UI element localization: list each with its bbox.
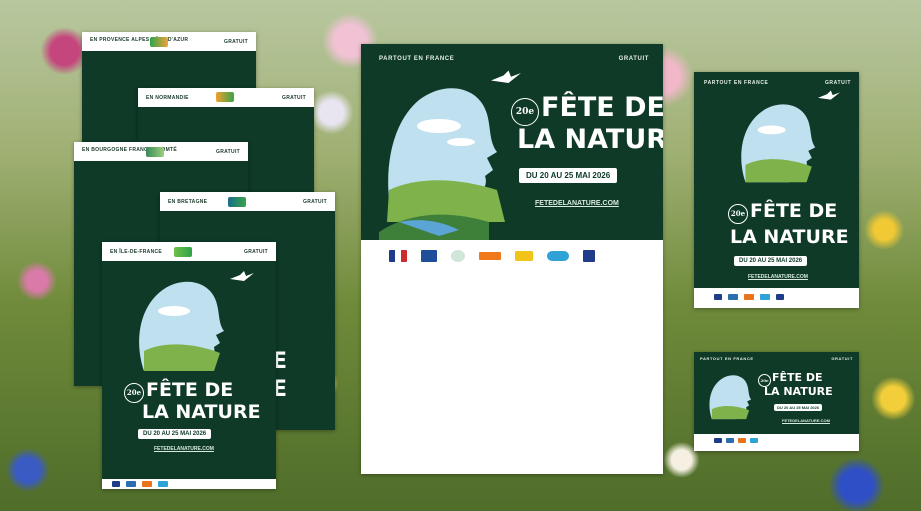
regional-poster-5: EN ÎLE-DE-FRANCE GRATUIT 20e FÊTE DE LA … <box>102 242 276 489</box>
free-label: GRATUIT <box>282 95 306 101</box>
partner-logo <box>776 294 784 300</box>
partner-logo <box>744 294 754 300</box>
partner-logo <box>750 438 758 443</box>
poster-header: EN BRETAGNE GRATUIT <box>160 192 335 211</box>
everywhere-label: PARTOUT EN FRANCE <box>700 356 754 361</box>
partner-logo <box>547 251 569 261</box>
event-dates: DU 20 AU 25 MAI 2026 <box>734 256 808 266</box>
partner-logo <box>112 481 120 487</box>
partner-logo <box>726 438 734 443</box>
edition-badge: 20e <box>124 383 144 403</box>
event-title-line2: LA NATURE <box>764 385 833 398</box>
region-logo <box>216 92 234 102</box>
poster-header: EN NORMANDIE GRATUIT <box>138 88 314 107</box>
head-silhouette-illustration <box>709 375 752 420</box>
event-title-line1: FÊTE DE <box>750 200 838 222</box>
partner-logo <box>515 251 533 261</box>
poster-art: PARTOUT EN FRANCE GRATUIT 20e FÊTE DE LA… <box>694 72 859 288</box>
partner-logo <box>126 481 136 487</box>
partner-logos <box>112 481 168 487</box>
free-label: GRATUIT <box>216 149 240 155</box>
everywhere-label: PARTOUT EN FRANCE <box>379 56 455 62</box>
republique-francaise-logo <box>389 250 407 262</box>
right-poster-landscape: PARTOUT EN FRANCE GRATUIT 20e FÊTE DE LA… <box>694 352 859 451</box>
event-dates: DU 20 AU 25 MAI 2026 <box>774 404 823 411</box>
edf-logo <box>479 252 501 260</box>
event-dates: DU 20 AU 25 MAI 2026 <box>519 168 618 183</box>
event-title-line1: FÊTE DE <box>146 379 234 401</box>
region-logo <box>228 197 246 207</box>
right-poster-vertical: PARTOUT EN FRANCE GRATUIT 20e FÊTE DE LA… <box>694 72 859 308</box>
free-label: GRATUIT <box>831 356 853 361</box>
region-logo <box>174 247 192 257</box>
free-label: GRATUIT <box>224 39 248 45</box>
event-url: FETEDELANATURE.COM <box>154 446 214 452</box>
partner-logo <box>760 294 770 300</box>
free-label: GRATUIT <box>244 249 268 255</box>
event-title-line2: LA NATURE <box>730 226 849 248</box>
everywhere-label: PARTOUT EN FRANCE <box>704 80 769 86</box>
bird-icon <box>818 90 840 100</box>
head-silhouette-illustration <box>139 281 224 371</box>
event-url: FETEDELANATURE.COM <box>535 200 619 207</box>
region-logo <box>146 147 164 157</box>
partner-logo <box>728 294 738 300</box>
ofb-logo <box>421 250 437 262</box>
poster-art: PARTOUT EN FRANCE GRATUIT 20e FÊTE DE LA… <box>361 44 663 240</box>
event-dates: DU 20 AU 25 MAI 2026 <box>138 429 212 439</box>
partner-logo <box>714 294 722 300</box>
partner-logo <box>158 481 168 487</box>
event-title-line2: LA NATURE <box>517 124 663 155</box>
poster-header: EN ÎLE-DE-FRANCE GRATUIT <box>102 242 276 261</box>
free-label: GRATUIT <box>824 80 851 86</box>
event-title-line2: LA NATURE <box>142 401 261 423</box>
poster-art: 20e FÊTE DE LA NATURE DU 20 AU 25 MAI 20… <box>102 261 276 479</box>
partner-logo <box>738 438 746 443</box>
partner-logo <box>451 250 465 262</box>
head-silhouette-illustration <box>379 88 505 240</box>
poster-art: PARTOUT EN FRANCE GRATUIT 20e FÊTE DE LA… <box>694 352 859 434</box>
edition-badge: 20e <box>511 98 539 126</box>
region-label: EN BRETAGNE <box>168 199 208 205</box>
main-poster: PARTOUT EN FRANCE GRATUIT 20e FÊTE DE LA… <box>361 44 663 474</box>
free-label: GRATUIT <box>303 199 327 205</box>
region-label: EN PROVENCE ALPES CÔTE D'AZUR <box>90 37 189 43</box>
edition-badge: 20e <box>728 204 748 224</box>
event-url: FETEDELANATURE.COM <box>748 274 808 280</box>
free-label: GRATUIT <box>618 56 649 62</box>
poster-header: EN BOURGOGNE FRANCHE-COMTÉ GRATUIT <box>74 142 248 161</box>
partner-logo <box>583 250 595 262</box>
event-title-line1: FÊTE DE <box>541 92 663 123</box>
bird-icon <box>230 271 254 281</box>
head-silhouette-illustration <box>741 104 816 183</box>
region-label: EN ÎLE-DE-FRANCE <box>110 249 163 255</box>
region-logo <box>150 37 168 47</box>
poster-header: EN PROVENCE ALPES CÔTE D'AZUR GRATUIT <box>82 32 256 51</box>
event-title-line1: FÊTE DE <box>772 371 823 384</box>
partner-logos <box>714 294 784 300</box>
partner-logo <box>714 438 722 443</box>
event-url: FETEDELANATURE.COM <box>782 418 830 423</box>
region-label: EN NORMANDIE <box>146 95 189 101</box>
partner-logo <box>142 481 152 487</box>
partner-logos <box>389 250 595 262</box>
partner-logos <box>714 438 758 443</box>
